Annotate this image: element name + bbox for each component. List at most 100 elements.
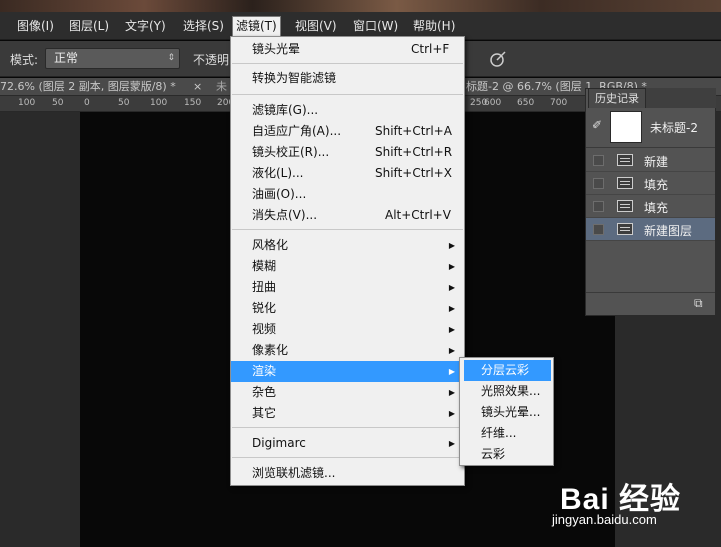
menu-item-label: 转换为智能滤镜 xyxy=(252,71,337,85)
history-state[interactable]: 填充 xyxy=(586,172,715,195)
ruler-tick: 50 xyxy=(118,98,130,108)
menu-item-last-filter[interactable]: 镜头光晕 Ctrl+F xyxy=(231,39,464,60)
menu-item-shortcut: Shift+Ctrl+A xyxy=(375,124,452,138)
history-source-checkbox[interactable] xyxy=(593,201,604,212)
submenu-arrow-icon: ▶ xyxy=(448,304,455,313)
menu-item-filter-gallery[interactable]: 滤镜库(G)... xyxy=(231,100,464,121)
history-source-checkbox[interactable] xyxy=(593,224,604,235)
snapshot-thumbnail xyxy=(610,111,642,143)
menu-item-label: 滤镜库(G)... xyxy=(252,103,319,117)
new-document-from-state-icon[interactable]: ⧉ xyxy=(694,296,703,311)
tab-close-icon[interactable]: × xyxy=(193,78,202,95)
menu-item-label: 锐化 xyxy=(252,301,277,315)
menu-view[interactable]: 视图(V) xyxy=(292,17,340,36)
menu-layer[interactable]: 图层(L) xyxy=(66,17,112,36)
menu-item-stylize[interactable]: 风格化 ▶ xyxy=(231,235,464,256)
menu-item-oil-paint[interactable]: 油画(O)... xyxy=(231,184,464,205)
history-tab-strip xyxy=(646,88,716,108)
menu-item-noise[interactable]: 杂色 ▶ xyxy=(231,382,464,403)
ruler-tick: 150 xyxy=(184,98,202,108)
ruler-tick: 650 xyxy=(517,98,535,108)
submenu-arrow-icon: ▶ xyxy=(448,325,455,334)
submenu-item-lens-flare[interactable]: 镜头光晕... xyxy=(464,402,551,423)
menu-image[interactable]: 图像(I) xyxy=(14,17,57,36)
menu-select[interactable]: 选择(S) xyxy=(180,17,227,36)
submenu-arrow-icon: ▶ xyxy=(448,439,455,448)
menu-item-vanishing-point[interactable]: 消失点(V)... Alt+Ctrl+V xyxy=(231,205,464,226)
history-state-label: 新建图层 xyxy=(644,224,693,238)
ruler-tick: 100 xyxy=(18,98,36,108)
menu-window[interactable]: 窗口(W) xyxy=(350,17,401,36)
menu-item-liquify[interactable]: 液化(L)... Shift+Ctrl+X xyxy=(231,163,464,184)
menu-type[interactable]: 文字(Y) xyxy=(122,17,169,36)
menu-item-label: 镜头光晕 xyxy=(252,42,301,56)
photo-strip xyxy=(0,0,721,12)
history-tab[interactable]: 历史记录 xyxy=(588,88,646,108)
menu-item-label: 自适应广角(A)... xyxy=(252,124,342,138)
new-layer-icon xyxy=(617,223,633,235)
menu-item-label: 渲染 xyxy=(252,364,277,378)
watermark-url: jingyan.baidu.com xyxy=(552,512,657,527)
menu-item-shortcut: Alt+Ctrl+V xyxy=(385,208,451,222)
history-brush-source-icon[interactable]: ✐ xyxy=(592,118,602,132)
fill-icon xyxy=(617,200,633,212)
menu-item-blur[interactable]: 模糊 ▶ xyxy=(231,256,464,277)
submenu-arrow-icon: ▶ xyxy=(448,283,455,292)
history-state[interactable]: 新建 xyxy=(586,149,715,172)
updown-arrow-icon: ⇕ xyxy=(167,53,175,63)
ruler-tick: 100 xyxy=(150,98,168,108)
pressure-brush-icon[interactable] xyxy=(488,49,508,69)
submenu-arrow-icon: ▶ xyxy=(448,346,455,355)
menu-item-distort[interactable]: 扭曲 ▶ xyxy=(231,277,464,298)
menu-item-digimarc[interactable]: Digimarc ▶ xyxy=(231,433,464,454)
history-source-checkbox[interactable] xyxy=(593,155,604,166)
submenu-item-fibers[interactable]: 纤维... xyxy=(464,423,551,444)
menu-item-label: 杂色 xyxy=(252,385,277,399)
history-state[interactable]: 填充 xyxy=(586,195,715,218)
history-source-checkbox[interactable] xyxy=(593,178,604,189)
menu-separator xyxy=(232,63,463,64)
mode-value: 正常 xyxy=(54,51,79,65)
menu-item-label: 视频 xyxy=(252,322,277,336)
submenu-arrow-icon: ▶ xyxy=(448,388,455,397)
menu-item-label: 其它 xyxy=(252,406,277,420)
menu-item-convert-smart-filter[interactable]: 转换为智能滤镜 xyxy=(231,68,464,89)
filter-dropdown-menu: 镜头光晕 Ctrl+F 转换为智能滤镜 滤镜库(G)... 自适应广角(A)...… xyxy=(230,36,465,486)
history-state-label: 新建 xyxy=(644,155,669,169)
menu-item-video[interactable]: 视频 ▶ xyxy=(231,319,464,340)
render-submenu: 分层云彩 光照效果... 镜头光晕... 纤维... 云彩 xyxy=(459,357,554,466)
tab-document-1[interactable]: 72.6% (图层 2 副本, 图层蒙版/8) * xyxy=(0,78,176,95)
ruler-tick: 700 xyxy=(550,98,568,108)
menu-item-browse-online-filters[interactable]: 浏览联机滤镜... xyxy=(231,463,464,484)
submenu-arrow-icon: ▶ xyxy=(448,241,455,250)
menu-item-label: 液化(L)... xyxy=(252,166,304,180)
menu-filter[interactable]: 滤镜(T) xyxy=(232,16,281,37)
menu-item-label: 风格化 xyxy=(252,238,289,252)
history-state-selected[interactable]: 新建图层 xyxy=(586,218,715,241)
menu-item-other[interactable]: 其它 ▶ xyxy=(231,403,464,424)
fill-icon xyxy=(617,177,633,189)
submenu-arrow-icon: ▶ xyxy=(448,409,455,418)
menu-item-shortcut: Shift+Ctrl+R xyxy=(375,145,453,159)
menu-item-render[interactable]: 渲染 ▶ xyxy=(231,361,464,382)
ruler-tick: 50 xyxy=(52,98,64,108)
menu-help[interactable]: 帮助(H) xyxy=(410,17,458,36)
menu-item-label: 模糊 xyxy=(252,259,277,273)
submenu-arrow-icon: ▶ xyxy=(448,262,455,271)
submenu-item-clouds[interactable]: 云彩 xyxy=(464,444,551,465)
submenu-arrow-icon: ▶ xyxy=(448,367,455,376)
mode-select[interactable]: 正常 ⇕ xyxy=(45,48,180,69)
menu-item-shortcut: Shift+Ctrl+X xyxy=(375,166,452,180)
submenu-item-lighting-effects[interactable]: 光照效果... xyxy=(464,381,551,402)
submenu-item-difference-clouds[interactable]: 分层云彩 xyxy=(464,360,551,381)
menu-item-lens-correction[interactable]: 镜头校正(R)... Shift+Ctrl+R xyxy=(231,142,464,163)
menu-item-label: 浏览联机滤镜... xyxy=(252,466,336,480)
menu-item-sharpen[interactable]: 锐化 ▶ xyxy=(231,298,464,319)
history-state-label: 填充 xyxy=(644,178,669,192)
tab-document-2[interactable]: 未 xyxy=(216,78,227,95)
menu-separator xyxy=(232,457,463,458)
history-state-label: 填充 xyxy=(644,201,669,215)
menu-item-adaptive-wide-angle[interactable]: 自适应广角(A)... Shift+Ctrl+A xyxy=(231,121,464,142)
menu-item-pixelate[interactable]: 像素化 ▶ xyxy=(231,340,464,361)
menu-item-shortcut: Ctrl+F xyxy=(411,42,450,56)
